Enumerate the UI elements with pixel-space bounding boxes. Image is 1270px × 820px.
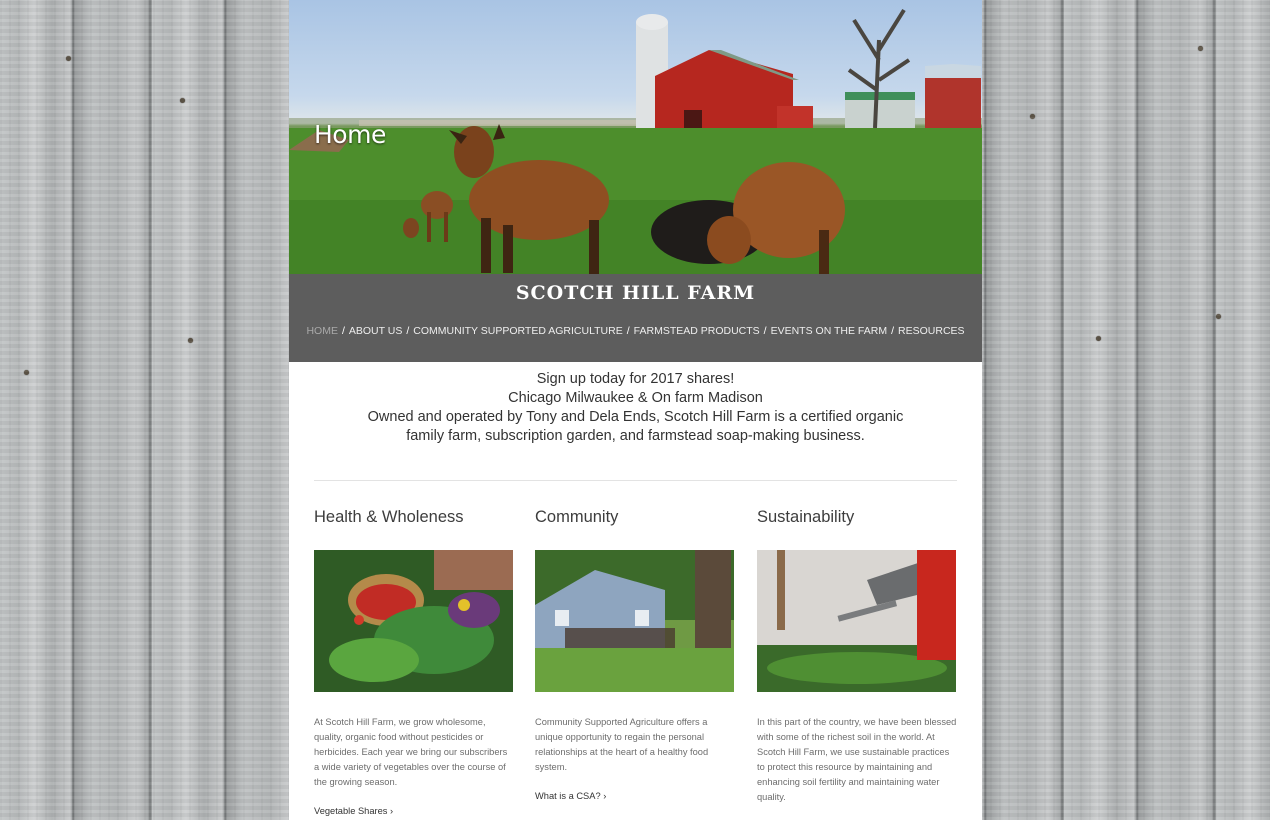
signup-announcement: Sign up today for 2017 shares! (536, 371, 735, 387)
delivery-locations: Chicago Milwaukee & On farm Madison (508, 390, 763, 406)
main-navigation: HOME / ABOUT US / COMMUNITY SUPPORTED AGRICU… (289, 325, 982, 337)
column-text: Community Supported Agriculture offers a… (535, 717, 709, 772)
watering-seedlings-photo (757, 550, 956, 692)
column-heading: Community (535, 508, 619, 526)
vegetable-basket-photo (314, 550, 513, 692)
column-community: Community Community Supported Agricultur… (535, 508, 735, 801)
hero-banner: Home (289, 0, 982, 274)
section-divider (314, 480, 957, 481)
column-sustainability: Sustainability In this part of the count… (757, 508, 957, 802)
page-container: Home SCOTCH HILL FARM HOME / ABOUT US / COMM… (289, 0, 982, 820)
nav-item-csa[interactable]: COMMUNITY SUPPORTED AGRICULTURE (413, 325, 622, 337)
page-title: Home (314, 120, 386, 149)
nav-separator: / (406, 325, 410, 337)
nav-separator: / (763, 325, 767, 337)
nav-item-resources[interactable]: RESOURCES (898, 325, 965, 337)
nav-item-farmstead-products[interactable]: FARMSTEAD PRODUCTS (634, 325, 760, 337)
community-gathering-photo (535, 550, 734, 692)
column-health: Health & Wholeness At Scotch Hill Farm, … (314, 508, 514, 816)
nav-separator: / (626, 325, 630, 337)
nav-item-events[interactable]: EVENTS ON THE FARM (771, 325, 888, 337)
nav-item-about-us[interactable]: ABOUT US (349, 325, 402, 337)
farm-description-line-2: family farm, subscription garden, and fa… (406, 428, 865, 444)
column-text: At Scotch Hill Farm, we grow wholesome, … (314, 717, 508, 787)
column-text: In this part of the country, we have bee… (757, 717, 957, 802)
farm-description-line-1: Owned and operated by Tony and Dela Ends… (367, 409, 904, 425)
site-header: SCOTCH HILL FARM HOME / ABOUT US / COMMUNITY… (289, 274, 982, 362)
nav-separator: / (891, 325, 895, 337)
nav-item-home[interactable]: HOME (306, 325, 338, 337)
what-is-csa-link[interactable]: What is a CSA? › (535, 791, 606, 801)
farm-goats-photo (289, 8, 982, 274)
site-logo-text[interactable]: SCOTCH HILL FARM (289, 282, 982, 304)
column-heading: Sustainability (757, 508, 855, 526)
nav-separator: / (341, 325, 345, 337)
column-heading: Health & Wholeness (314, 508, 464, 526)
vegetable-shares-link[interactable]: Vegetable Shares › (314, 806, 393, 816)
intro-section: Sign up today for 2017 shares! Chicago M… (289, 370, 982, 446)
main-content: Sign up today for 2017 shares! Chicago M… (289, 362, 982, 816)
